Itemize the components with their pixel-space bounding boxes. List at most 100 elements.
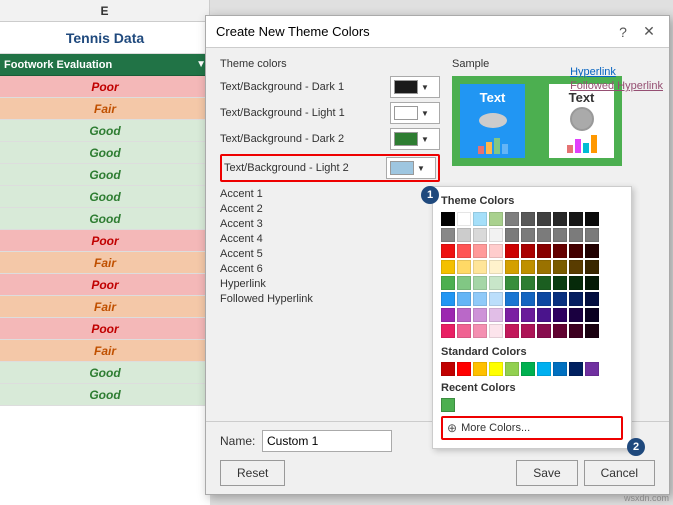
standard-color-cell-4[interactable]	[505, 362, 519, 376]
theme-color-cell[interactable]	[473, 276, 487, 290]
name-input[interactable]	[262, 430, 392, 452]
cancel-button[interactable]: Cancel	[584, 460, 655, 486]
accent-link-3[interactable]: Accent 4	[220, 233, 440, 245]
theme-color-cell[interactable]	[505, 292, 519, 306]
standard-color-cell-0[interactable]	[441, 362, 455, 376]
save-button[interactable]: Save	[516, 460, 577, 486]
recent-color-swatch[interactable]	[441, 398, 455, 412]
theme-color-cell[interactable]	[537, 276, 551, 290]
theme-color-cell[interactable]	[585, 260, 599, 274]
theme-color-cell[interactable]	[441, 292, 455, 306]
accent-link-5[interactable]: Accent 6	[220, 263, 440, 275]
accent-link-7[interactable]: Followed Hyperlink	[220, 293, 440, 305]
theme-color-cell[interactable]	[473, 324, 487, 338]
theme-color-cell[interactable]	[585, 308, 599, 322]
theme-color-cell[interactable]	[553, 292, 567, 306]
standard-color-cell-1[interactable]	[457, 362, 471, 376]
theme-color-cell[interactable]	[537, 324, 551, 338]
theme-color-cell[interactable]	[553, 244, 567, 258]
theme-color-cell[interactable]	[505, 260, 519, 274]
theme-color-cell[interactable]	[441, 324, 455, 338]
accent-link-4[interactable]: Accent 5	[220, 248, 440, 260]
theme-color-cell[interactable]	[553, 260, 567, 274]
theme-color-cell[interactable]	[489, 324, 503, 338]
theme-color-cell[interactable]	[441, 244, 455, 258]
theme-color-cell[interactable]	[521, 228, 535, 242]
color-dropdown-light1[interactable]: ▼	[390, 102, 440, 124]
theme-color-cell[interactable]	[489, 276, 503, 290]
theme-color-cell[interactable]	[489, 244, 503, 258]
theme-color-cell[interactable]	[505, 212, 519, 226]
theme-color-cell[interactable]	[569, 228, 583, 242]
theme-color-cell[interactable]	[489, 292, 503, 306]
theme-color-cell[interactable]	[569, 308, 583, 322]
theme-color-cell[interactable]	[553, 276, 567, 290]
accent-link-1[interactable]: Accent 2	[220, 203, 440, 215]
theme-color-cell[interactable]	[569, 212, 583, 226]
theme-color-cell[interactable]	[585, 244, 599, 258]
theme-color-cell[interactable]	[473, 244, 487, 258]
theme-color-cell[interactable]	[457, 260, 471, 274]
standard-color-cell-9[interactable]	[585, 362, 599, 376]
theme-color-cell[interactable]	[457, 244, 471, 258]
theme-color-cell[interactable]	[537, 292, 551, 306]
theme-color-cell[interactable]	[521, 212, 535, 226]
theme-color-cell[interactable]	[505, 244, 519, 258]
standard-color-cell-6[interactable]	[537, 362, 551, 376]
theme-color-cell[interactable]	[489, 212, 503, 226]
hyperlink-label[interactable]: Hyperlink	[570, 66, 663, 78]
theme-color-cell[interactable]	[457, 324, 471, 338]
theme-color-cell[interactable]	[473, 260, 487, 274]
accent-link-0[interactable]: Accent 1	[220, 188, 440, 200]
theme-color-cell[interactable]	[521, 276, 535, 290]
theme-color-cell[interactable]	[457, 212, 471, 226]
accent-link-6[interactable]: Hyperlink	[220, 278, 440, 290]
accent-link-2[interactable]: Accent 3	[220, 218, 440, 230]
theme-color-cell[interactable]	[441, 228, 455, 242]
theme-color-cell[interactable]	[505, 308, 519, 322]
more-colors-button[interactable]: ⊕ More Colors...	[441, 416, 623, 440]
theme-color-cell[interactable]	[521, 260, 535, 274]
reset-button[interactable]: Reset	[220, 460, 285, 486]
theme-color-cell[interactable]	[489, 228, 503, 242]
standard-color-cell-8[interactable]	[569, 362, 583, 376]
theme-color-cell[interactable]	[473, 292, 487, 306]
close-button[interactable]: ✕	[639, 22, 659, 42]
help-button[interactable]: ?	[613, 22, 633, 42]
standard-color-cell-2[interactable]	[473, 362, 487, 376]
theme-color-cell[interactable]	[441, 308, 455, 322]
theme-color-cell[interactable]	[553, 212, 567, 226]
theme-color-cell[interactable]	[569, 260, 583, 274]
color-dropdown-light2[interactable]: ▼	[386, 157, 436, 179]
theme-color-cell[interactable]	[473, 212, 487, 226]
standard-color-cell-3[interactable]	[489, 362, 503, 376]
theme-color-cell[interactable]	[585, 276, 599, 290]
theme-color-cell[interactable]	[473, 308, 487, 322]
theme-color-cell[interactable]	[585, 212, 599, 226]
theme-color-cell[interactable]	[553, 324, 567, 338]
theme-color-cell[interactable]	[553, 228, 567, 242]
theme-color-cell[interactable]	[441, 260, 455, 274]
color-dropdown-dark2[interactable]: ▼	[390, 128, 440, 150]
column-header[interactable]: Footwork Evaluation ▼	[0, 54, 210, 76]
theme-color-cell[interactable]	[457, 276, 471, 290]
theme-color-cell[interactable]	[537, 260, 551, 274]
theme-color-cell[interactable]	[505, 324, 519, 338]
theme-color-cell[interactable]	[521, 308, 535, 322]
theme-color-cell[interactable]	[441, 212, 455, 226]
theme-color-cell[interactable]	[585, 324, 599, 338]
standard-color-cell-7[interactable]	[553, 362, 567, 376]
theme-color-cell[interactable]	[569, 276, 583, 290]
color-dropdown-dark1[interactable]: ▼	[390, 76, 440, 98]
theme-color-cell[interactable]	[489, 260, 503, 274]
theme-color-cell[interactable]	[473, 228, 487, 242]
theme-color-cell[interactable]	[521, 292, 535, 306]
theme-color-cell[interactable]	[537, 308, 551, 322]
theme-color-cell[interactable]	[569, 292, 583, 306]
theme-color-cell[interactable]	[521, 244, 535, 258]
theme-color-cell[interactable]	[441, 276, 455, 290]
theme-color-cell[interactable]	[537, 244, 551, 258]
theme-color-cell[interactable]	[585, 228, 599, 242]
theme-color-cell[interactable]	[505, 276, 519, 290]
theme-color-cell[interactable]	[569, 324, 583, 338]
